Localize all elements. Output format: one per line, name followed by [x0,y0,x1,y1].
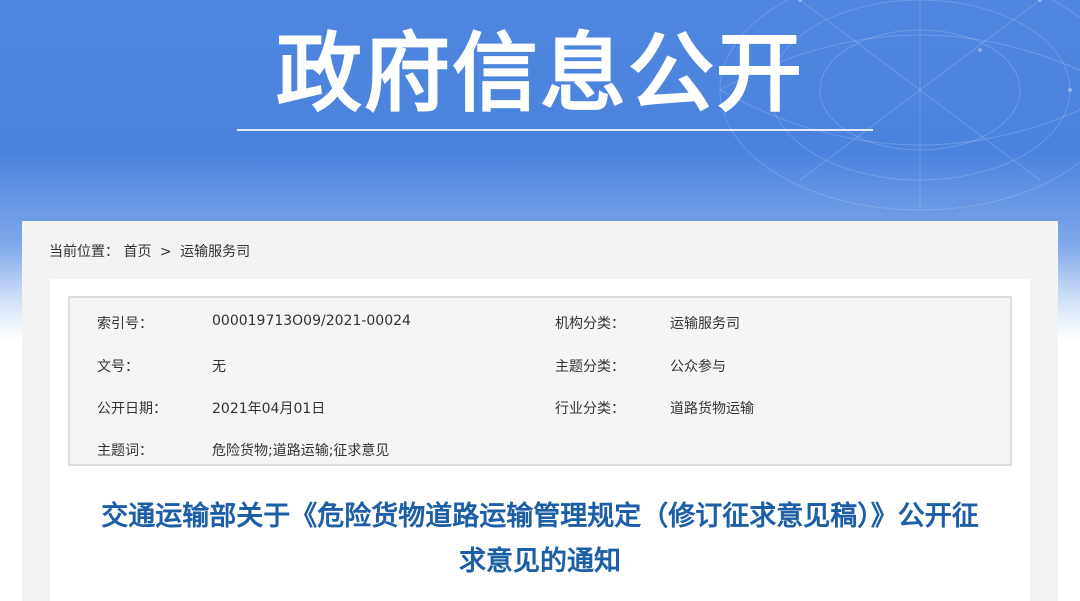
date-value: 2021年04月01日 [212,401,326,417]
date-label: 公开日期： [97,401,167,417]
org-value: 运输服务司 [670,316,740,332]
keywords-value: 危险货物;道路运输;征求意见 [212,443,390,459]
topic-value: 公众参与 [670,359,726,375]
info-row: 主题词： 危险货物;道路运输;征求意见 [70,440,1010,460]
index-label: 索引号： [97,316,153,332]
info-row: 文号： 无 主题分类： 公众参与 [70,356,1010,376]
document-title-line2: 求意见的通知 [459,546,621,577]
topic-label: 主题分类： [555,359,625,375]
breadcrumb-prefix: 当前位置： [49,244,119,260]
info-table: 索引号： 000019713O09/2021-00024 机构分类： 运输服务司… [68,296,1012,466]
document-title-line1: 交通运输部关于《危险货物道路运输管理规定（修订征求意见稿）》公开征 [101,501,979,532]
doc-no-value: 无 [212,359,226,375]
document-title: 交通运输部关于《危险货物道路运输管理规定（修订征求意见稿）》公开征 求意见的通知 [50,494,1030,584]
content-area: 索引号： 000019713O09/2021-00024 机构分类： 运输服务司… [50,279,1030,601]
doc-no-label: 文号： [97,359,139,375]
industry-label: 行业分类： [555,401,625,417]
breadcrumb-current-link[interactable]: 运输服务司 [180,241,250,261]
info-row: 公开日期： 2021年04月01日 行业分类： 道路货物运输 [70,398,1010,418]
breadcrumb: 当前位置： 首页 > 运输服务司 [49,241,250,261]
breadcrumb-separator: > [159,244,172,260]
industry-value: 道路货物运输 [670,401,754,417]
breadcrumb-home-link[interactable]: 首页 [123,241,151,261]
org-label: 机构分类： [555,316,625,332]
info-row: 索引号： 000019713O09/2021-00024 机构分类： 运输服务司 [70,313,1010,333]
main-panel: 当前位置： 首页 > 运输服务司 索引号： 000019713O09/2021-… [22,221,1058,601]
index-value: 000019713O09/2021-00024 [212,313,411,329]
banner-title: 政府信息公开 [276,24,804,124]
keywords-label: 主题词： [97,443,153,459]
banner-underline [237,129,873,131]
